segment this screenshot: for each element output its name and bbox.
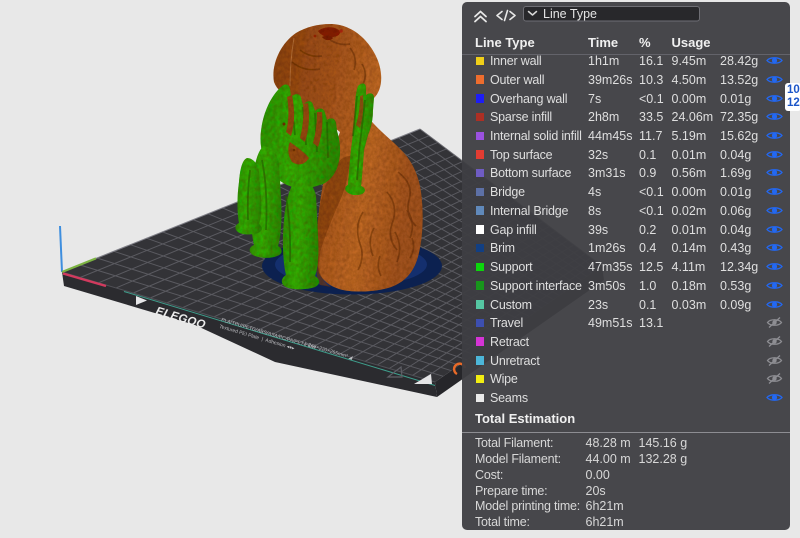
- svg-text:Line Type: Line Type: [543, 7, 597, 21]
